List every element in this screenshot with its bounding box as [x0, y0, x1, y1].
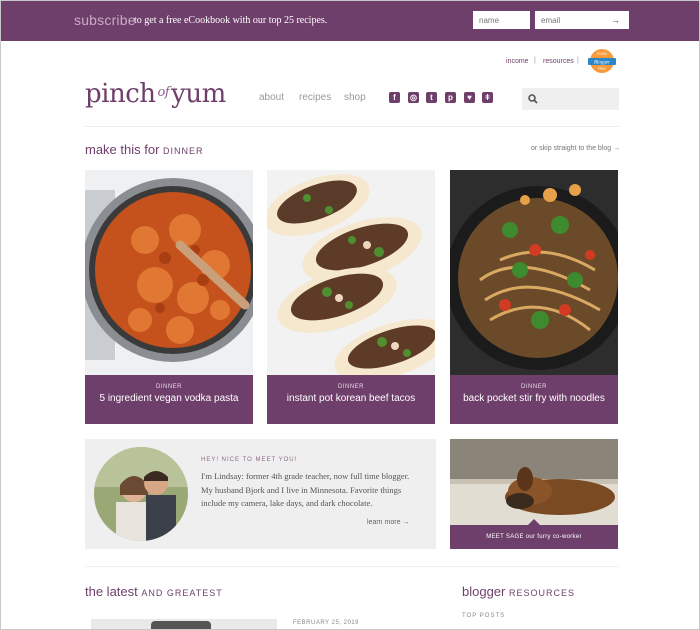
income-link[interactable]: income — [506, 58, 529, 65]
twitter-icon[interactable]: t — [426, 92, 437, 103]
badge-line2: Blogger — [594, 61, 610, 66]
search-icon — [528, 94, 538, 104]
nav-about[interactable]: about — [259, 92, 284, 103]
skip-link-text: or skip straight to the blog — [531, 145, 612, 152]
recipe-card-vodka-pasta[interactable]: DINNER 5 ingredient vegan vodka pasta — [85, 170, 253, 424]
subscribe-pointer — [1, 1, 699, 41]
learn-more-text: learn more — [367, 519, 401, 526]
rss-icon[interactable]: ǂ — [482, 92, 493, 103]
learn-more-link[interactable]: learn more → — [367, 519, 409, 526]
skip-to-blog-link[interactable]: or skip straight to the blog → — [531, 145, 620, 152]
dinner-heading: make this for DINNER — [85, 142, 204, 157]
resources-link[interactable]: resources — [543, 58, 574, 65]
instagram-icon[interactable]: ◎ — [408, 92, 419, 103]
korean-tacos-image — [267, 170, 435, 375]
badge-line3: PRO — [598, 67, 606, 71]
stir-fry-image — [450, 170, 618, 375]
latest-heading-caps: AND GREATEST — [141, 588, 223, 598]
nav-shop[interactable]: shop — [344, 92, 366, 103]
divider: | — [534, 57, 536, 64]
about-panel: HEY! NICE TO MEET YOU! I'm Lindsay: form… — [85, 439, 436, 549]
page: subscribe to get a free eCookbook with o… — [0, 0, 700, 630]
recipe-title[interactable]: 5 ingredient vegan vodka pasta — [85, 393, 253, 404]
latest-post-thumbnail[interactable] — [91, 619, 277, 629]
sage-caption: MEET SAGE our furry co-worker — [450, 525, 618, 549]
recipe-category: DINNER — [337, 384, 364, 390]
dog-photo — [450, 439, 618, 525]
meet-sage-card[interactable]: MEET SAGE our furry co-worker — [450, 439, 618, 549]
logo-part-yum: yum — [171, 79, 226, 109]
dinner-heading-caps: DINNER — [163, 146, 204, 156]
about-kicker: HEY! NICE TO MEET YOU! — [201, 457, 298, 463]
top-posts-label: TOP POSTS — [462, 613, 506, 619]
recipe-category: DINNER — [520, 384, 547, 390]
arrow-right-icon: → — [613, 145, 621, 152]
recipe-caption: DINNER 5 ingredient vegan vodka pasta — [85, 375, 253, 424]
latest-heading-text: the latest — [85, 584, 138, 599]
recipe-caption: DINNER instant pot korean beef tacos — [267, 375, 435, 424]
divider — [85, 566, 619, 567]
logo-part-pinch: pinch — [85, 79, 156, 109]
blogger-heading-text: blogger — [462, 584, 506, 599]
food-blogger-pro-badge[interactable]: FOOD Blogger PRO — [587, 48, 617, 74]
recipe-card-stir-fry[interactable]: DINNER back pocket stir fry with noodles — [450, 170, 618, 424]
logo-part-of: of — [157, 85, 170, 100]
avatar[interactable] — [94, 447, 188, 541]
badge-line1: FOOD — [597, 52, 608, 56]
recipe-title[interactable]: instant pot korean beef tacos — [267, 393, 435, 404]
latest-heading: the latest AND GREATEST — [85, 584, 223, 599]
about-bio: I'm Lindsay: former 4th grade teacher, n… — [201, 471, 410, 508]
dinner-heading-text: make this for — [85, 142, 160, 157]
site-logo[interactable]: pinch ofyum — [85, 79, 226, 109]
recipe-card-korean-tacos[interactable]: DINNER instant pot korean beef tacos — [267, 170, 435, 424]
divider: | — [577, 57, 579, 64]
nav-recipes[interactable]: recipes — [299, 92, 331, 103]
pinterest-icon[interactable]: p — [445, 92, 456, 103]
recipe-category: DINNER — [155, 384, 182, 390]
heart-icon[interactable]: ♥ — [464, 92, 475, 103]
author-photo — [94, 447, 188, 541]
facebook-icon[interactable]: f — [389, 92, 400, 103]
recipe-title[interactable]: back pocket stir fry with noodles — [450, 393, 618, 404]
vodka-pasta-image — [85, 170, 253, 375]
blogger-heading-caps: RESOURCES — [509, 588, 576, 598]
divider — [85, 126, 619, 127]
search-input[interactable] — [522, 88, 619, 110]
blogger-resources-heading: blogger RESOURCES — [462, 584, 575, 599]
post-date: FEBRUARY 25, 2019 — [293, 620, 359, 626]
arrow-right-icon: → — [402, 519, 410, 526]
recipe-caption: DINNER back pocket stir fry with noodles — [450, 375, 618, 424]
